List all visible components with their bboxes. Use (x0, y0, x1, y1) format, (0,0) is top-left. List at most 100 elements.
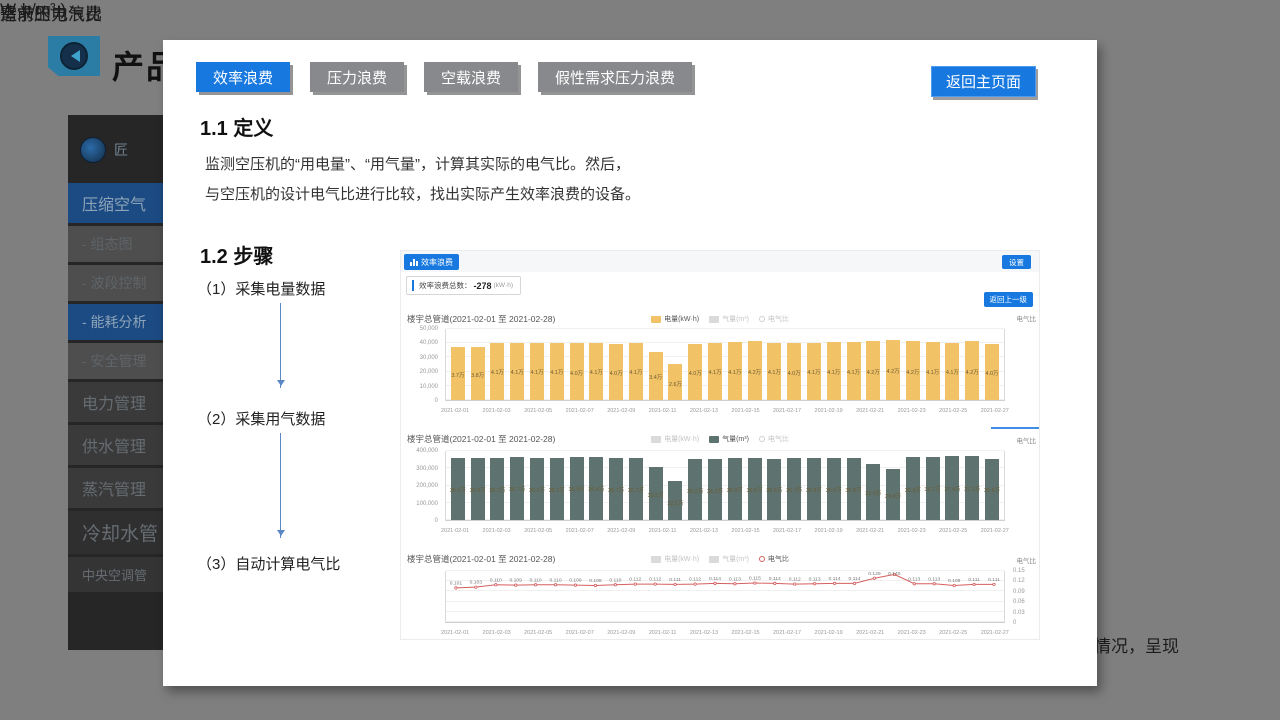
settings-button[interactable]: 设置 (1002, 255, 1031, 269)
tab-效率浪费[interactable]: 效率浪费 (196, 62, 290, 92)
legend-item[interactable]: 气量(m³) (709, 314, 749, 324)
svg-text:0.101: 0.101 (450, 580, 463, 586)
legend-swatch (759, 436, 765, 442)
chart-legend: 电量(kW·h) 气量(m³) 电气比 (401, 314, 1039, 324)
x-tick-label: 2021-02-09 (607, 528, 635, 534)
x-tick-label: 2021-02-05 (524, 630, 552, 636)
legend-item[interactable]: 电量(kW·h) (651, 554, 699, 564)
svg-text:0.109: 0.109 (510, 578, 523, 584)
bar-label: 2.6万 (669, 380, 682, 388)
bar: 4.1万 (926, 342, 940, 400)
accent-bar (412, 280, 414, 291)
x-tick-label: 2021-02-15 (731, 528, 759, 534)
legend-item[interactable]: 电气比 (759, 434, 789, 444)
bar-series: 3.7万3.8万4.1万4.1万4.1万4.1万4.0万4.1万4.0万4.1万… (446, 329, 1004, 400)
chart-legend: 电量(kW·h) 气量(m³) 电气比 (401, 554, 1039, 564)
svg-text:0.113: 0.113 (809, 576, 821, 582)
x-tick-label: 2021-02-17 (773, 630, 801, 636)
svg-text:0.111: 0.111 (669, 577, 681, 583)
legend-item[interactable]: 电量(kW·h) (651, 314, 699, 324)
tab-空载浪费[interactable]: 空载浪费 (424, 62, 518, 92)
definition-text: 监测空压机的“用电量”、“用气量”，计算其实际的电气比。然后， 与空压机的设计电… (205, 150, 640, 210)
bar-label: 36.4万 (588, 485, 604, 493)
legend-item[interactable]: 气量(m³) (709, 554, 749, 564)
bar: 4.1万 (807, 343, 821, 401)
y-tick-label: 50,000 (420, 326, 438, 332)
bar-label: 36.0万 (747, 486, 763, 494)
svg-text:0.114: 0.114 (769, 576, 781, 582)
y-tick-label: 0 (435, 398, 438, 404)
back-badge-icon[interactable] (48, 36, 100, 76)
bar: 4.2万 (965, 341, 979, 400)
bar: 4.2万 (906, 341, 920, 400)
legend-swatch (709, 556, 719, 563)
bar-label: 4.1万 (550, 368, 563, 376)
bar-label: 4.2万 (906, 368, 919, 376)
svg-text:0.112: 0.112 (629, 577, 641, 583)
svg-text:0.110: 0.110 (609, 577, 621, 583)
bar-label: 35.2万 (687, 487, 703, 495)
bar-label: 4.1万 (827, 368, 840, 376)
legend-swatch (651, 436, 661, 443)
bar-label: 4.1万 (768, 368, 781, 376)
electricity-bar-chart: 楼宇总管道(2021-02-01 至 2021-02-28)电量(kW·h)气量… (401, 297, 1039, 417)
legend-item[interactable]: 电量(kW·h) (651, 434, 699, 444)
legend-swatch (709, 316, 719, 323)
bar: 4.0万 (570, 343, 584, 400)
x-tick-label: 2021-02-07 (566, 408, 594, 414)
x-tick-label: 2021-02-21 (856, 408, 884, 414)
return-main-button[interactable]: 返回主页面 (931, 66, 1036, 97)
legend-item[interactable]: 电气比 (759, 554, 789, 564)
y-tick-label: 0.09 (1013, 589, 1025, 595)
tab-压力浪费[interactable]: 压力浪费 (310, 62, 404, 92)
screenshot-title-badge: 效率浪费 (404, 254, 459, 270)
bar: 3.4万 (649, 352, 663, 400)
waste-total-value: -278 (474, 281, 492, 291)
bar-label: 4.0万 (610, 369, 623, 377)
bar: 35.8万 (847, 458, 861, 520)
x-tick-label: 2021-02-27 (981, 528, 1009, 534)
bar: 4.1万 (530, 343, 544, 401)
bar-label: 36.1万 (450, 486, 466, 494)
bar: 4.0万 (609, 344, 623, 400)
bar-label: 4.0万 (689, 369, 702, 377)
x-tick-label: 2021-02-13 (690, 528, 718, 534)
svg-text:0.114: 0.114 (709, 576, 721, 582)
y-axis: 0100,000200,000300,000400,000 (401, 451, 441, 521)
bar-label: 4.0万 (788, 369, 801, 377)
x-tick-label: 2021-02-27 (981, 408, 1009, 414)
x-tick-label: 2021-02-17 (773, 408, 801, 414)
plot-area: 36.1万36.0万36.2万36.7万36.2万36.2万36.4万36.4万… (445, 451, 1005, 521)
y-tick-label: 0.03 (1013, 610, 1025, 616)
bar: 36.2万 (550, 458, 564, 520)
bar-label: 35.8万 (845, 486, 861, 494)
x-axis: 2021-02-012021-02-032021-02-052021-02-07… (441, 408, 1009, 414)
bar: 36.7万 (510, 457, 524, 520)
y-tick-label: 200,000 (416, 483, 438, 489)
definition-line: 与空压机的设计电气比进行比较，找出实际产生效率浪费的设备。 (205, 180, 640, 210)
bar-label: 35.5万 (984, 486, 1000, 494)
pagination-indicator[interactable] (991, 427, 1039, 429)
y-tick-label: 400,000 (416, 448, 438, 454)
bar-label: 4.1万 (728, 368, 741, 376)
bar-label: 4.2万 (966, 368, 979, 376)
bar: 4.1万 (767, 343, 781, 401)
legend-item[interactable]: 电气比 (759, 314, 789, 324)
legend-item[interactable]: 气量(m³) (709, 434, 749, 444)
svg-text:0.129: 0.129 (868, 571, 881, 577)
bar: 36.2万 (490, 458, 504, 520)
svg-text:0.140: 0.140 (888, 571, 901, 577)
bar: 4.0万 (688, 344, 702, 400)
bar-label: 4.1万 (491, 368, 504, 376)
bar-label: 36.2万 (529, 486, 545, 494)
right-axis-label: 电气比 (1017, 313, 1037, 323)
step-2: （2）采集用气数据 (197, 408, 325, 429)
bar: 4.1万 (945, 343, 959, 401)
bar: 4.1万 (847, 342, 861, 400)
definition-line: 监测空压机的“用电量”、“用气量”，计算其实际的电气比。然后， (205, 150, 640, 180)
tab-假性需求压力浪费[interactable]: 假性需求压力浪费 (538, 62, 692, 92)
definition-heading: 1.1 定义 (200, 112, 273, 141)
screenshot-topbar (401, 251, 1039, 272)
x-tick-label: 2021-02-25 (939, 408, 967, 414)
screenshot-title-text: 效率浪费 (421, 257, 453, 268)
